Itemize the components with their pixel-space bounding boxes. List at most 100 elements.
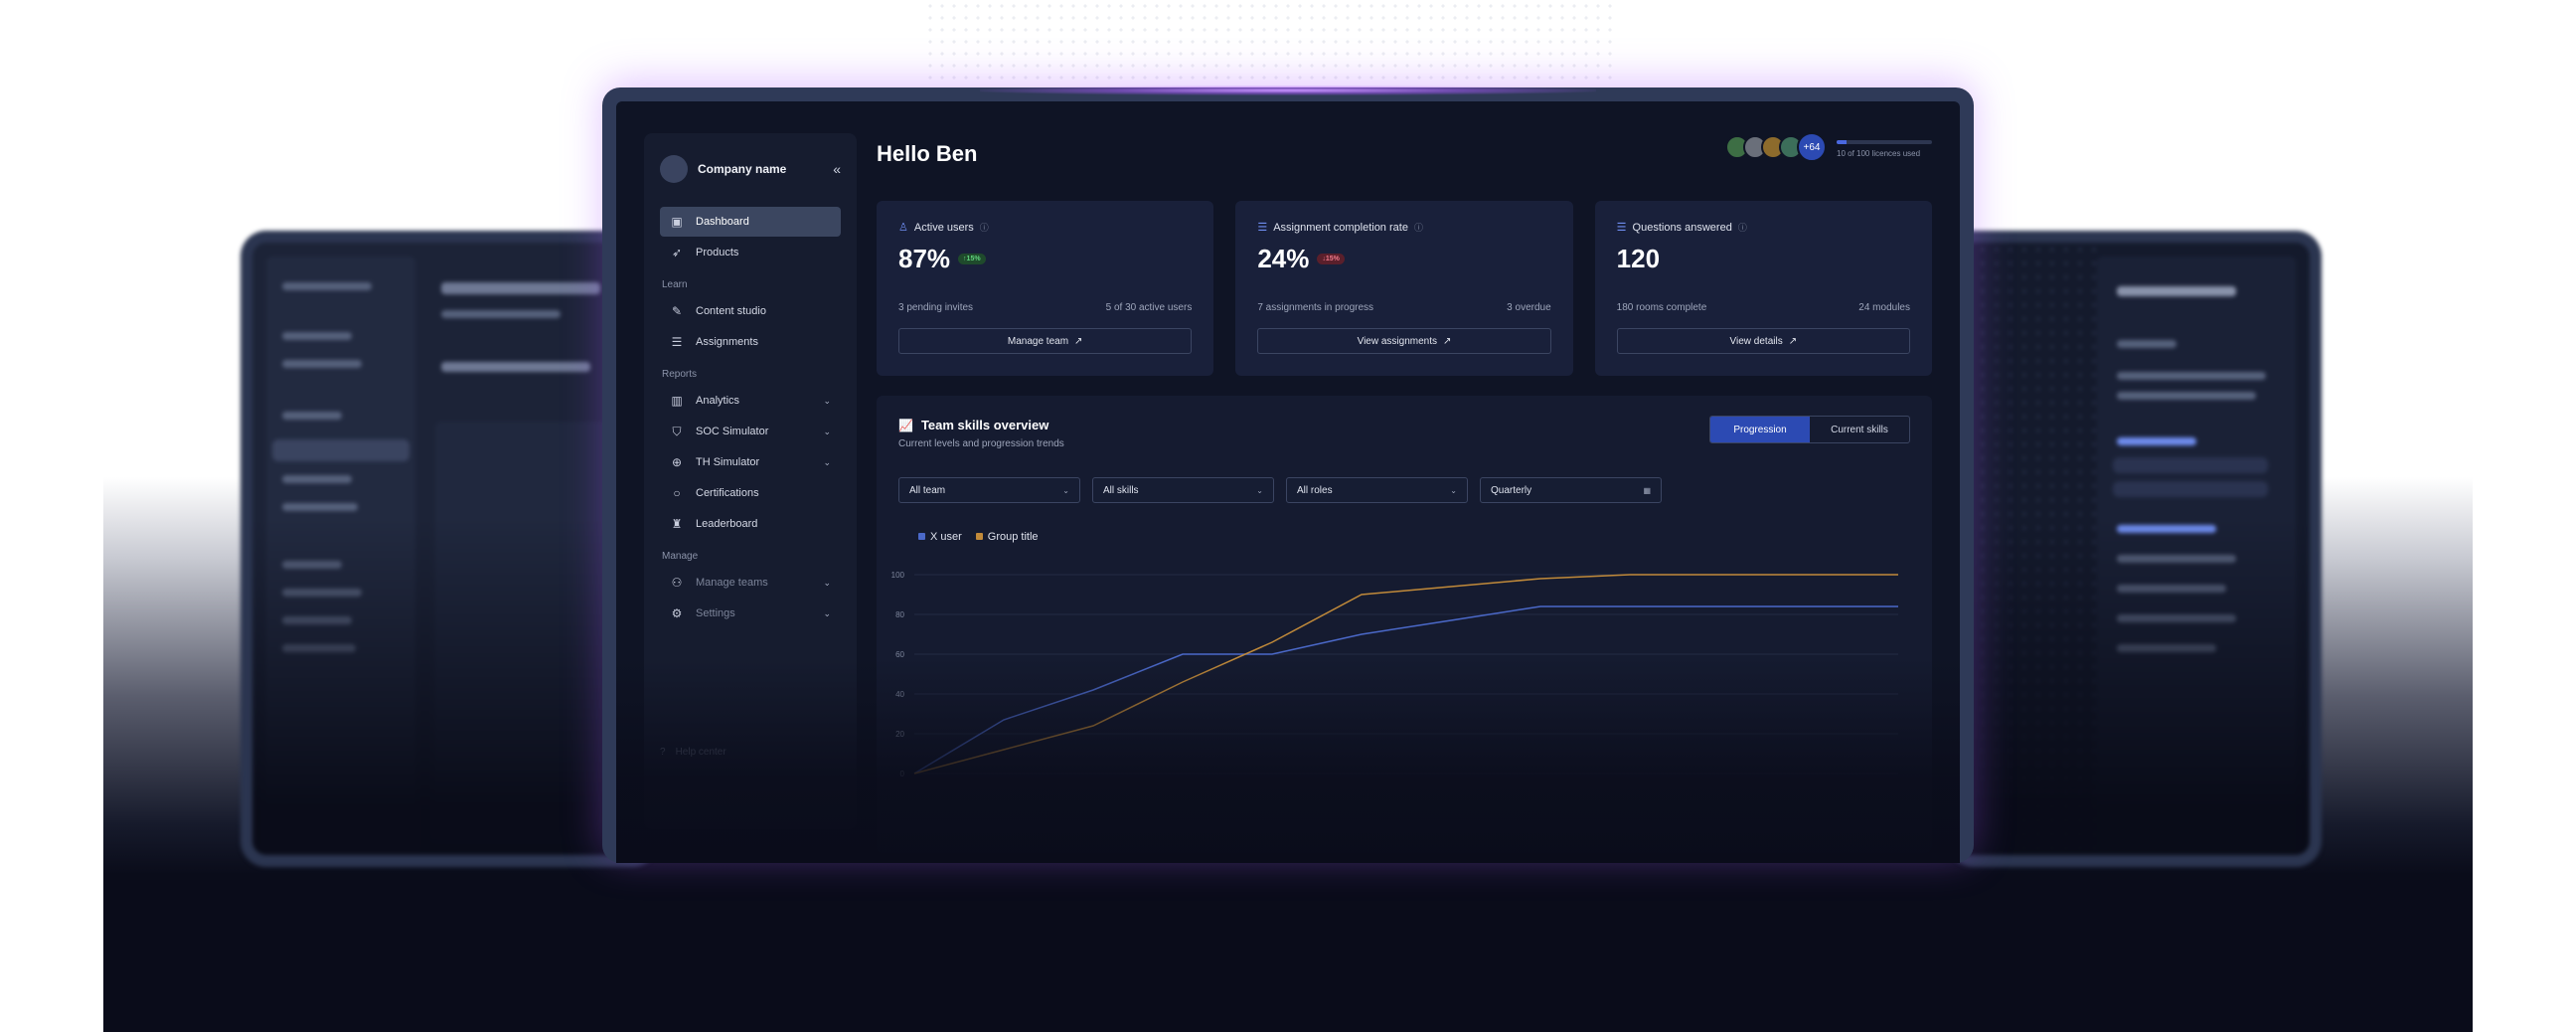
card-right-note: 24 modules <box>1858 302 1910 313</box>
sidebar-item-products[interactable]: ➶ Products <box>660 238 841 267</box>
card-metric: 24% ↓15% <box>1257 244 1550 274</box>
sidebar-item-leaderboard[interactable]: ♜ Leaderboard <box>660 509 841 539</box>
legend-item-x-user: X user <box>918 531 962 543</box>
info-icon[interactable]: ⓘ <box>980 221 989 234</box>
licence-progress-bar <box>1837 139 1932 144</box>
y-tick-label: 80 <box>895 610 904 619</box>
y-tick-label: 20 <box>895 730 904 739</box>
chart-legend: X user Group title <box>918 531 1039 543</box>
help-icon: ? <box>660 747 666 758</box>
sidebar-item-dashboard[interactable]: ▣ Dashboard <box>660 207 841 237</box>
select-value: All skills <box>1103 484 1139 496</box>
questions-answered-card: ☰ Questions answered ⓘ 120 180 rooms com… <box>1594 201 1932 376</box>
assignment-completion-card: ☰ Assignment completion rate ⓘ 24% ↓15% … <box>1235 201 1573 376</box>
card-title-text: Active users <box>913 221 974 234</box>
licence-usage-text: 10 of 100 licences used <box>1837 148 1921 158</box>
sidebar-item-label: Assignments <box>696 336 758 348</box>
card-right-note: 3 overdue <box>1507 302 1551 313</box>
legend-item-group-title: Group title <box>975 531 1039 543</box>
user-avatars[interactable]: +64 <box>1725 132 1827 162</box>
main-monitor: Company name « ▣ Dashboard ➶ Products Le… <box>602 86 1974 863</box>
card-value: 24% <box>1257 244 1310 273</box>
roles-filter-select[interactable]: All roles ⌄ <box>1286 477 1468 503</box>
trophy-icon: ♜ <box>671 517 683 531</box>
button-label: View details <box>1729 335 1783 347</box>
manage-team-button[interactable]: Manage team ↗ <box>898 328 1193 354</box>
more-users-badge[interactable]: +64 <box>1797 132 1827 162</box>
card-value: 87% <box>898 244 951 273</box>
section-manage: Manage <box>662 551 699 562</box>
sidebar-item-content-studio[interactable]: ✎ Content studio <box>660 296 841 326</box>
card-notes: 3 pending invites 5 of 30 active users <box>898 302 1192 313</box>
sidebar-item-label: Leaderboard <box>696 518 758 530</box>
company-header: Company name « <box>660 155 841 183</box>
licences-widget[interactable]: +64 10 of 100 licences used <box>1725 132 1932 162</box>
active-users-card: ♙ Active users ⓘ 87% ↑15% 3 pending invi… <box>877 201 1214 376</box>
select-value: All team <box>909 484 946 496</box>
company-name: Company name <box>698 162 787 176</box>
sidebar-item-manage-teams[interactable]: ⚇ Manage teams ⌄ <box>660 568 841 598</box>
calendar-icon: ▦ <box>1643 485 1651 495</box>
card-right-note: 5 of 30 active users <box>1105 302 1193 313</box>
sidebar-item-certifications[interactable]: ○ Certifications <box>660 478 841 508</box>
sidebar-item-soc-simulator[interactable]: ⛉ SOC Simulator ⌄ <box>660 417 841 446</box>
chevron-down-icon: ⌄ <box>823 577 831 588</box>
card-notes: 180 rooms complete 24 modules <box>1617 302 1910 313</box>
list-icon: ☰ <box>671 335 683 349</box>
users-icon: ⚇ <box>671 576 683 590</box>
view-details-button[interactable]: View details ↗ <box>1616 328 1910 354</box>
stat-cards: ♙ Active users ⓘ 87% ↑15% 3 pending invi… <box>877 201 1932 376</box>
main-content: Hello Ben +64 10 of 100 licences used ♙ … <box>877 132 1932 853</box>
sidebar-item-label: SOC Simulator <box>696 426 769 437</box>
shield-icon: ⛉ <box>672 424 682 438</box>
card-title: ♙ Active users ⓘ <box>898 221 1192 235</box>
info-icon[interactable]: ⓘ <box>1738 221 1747 234</box>
chevron-down-icon: ⌄ <box>823 395 831 406</box>
sidebar-item-settings[interactable]: ⚙ Settings ⌄ <box>660 599 841 628</box>
gear-icon: ⚙ <box>671 606 683 620</box>
y-tick-label: 100 <box>891 571 905 580</box>
card-title-text: Assignment completion rate <box>1273 221 1408 234</box>
dashboard-screen: Company name « ▣ Dashboard ➶ Products Le… <box>616 101 1960 863</box>
dashboard-icon: ▣ <box>671 215 683 229</box>
user-icon: ♙ <box>898 222 908 234</box>
sidebar-item-analytics[interactable]: ▥ Analytics ⌄ <box>660 386 841 416</box>
y-tick-label: 40 <box>895 690 904 699</box>
info-icon[interactable]: ⓘ <box>1414 221 1423 234</box>
team-skills-panel: 📈 Team skills overview Current levels an… <box>877 396 1932 853</box>
external-arrow-icon: ↗ <box>1788 335 1798 347</box>
sidebar: Company name « ▣ Dashboard ➶ Products Le… <box>644 133 857 829</box>
stage: Company name « ▣ Dashboard ➶ Products Le… <box>0 0 2576 1032</box>
chevron-down-icon: ⌄ <box>1256 485 1263 495</box>
card-notes: 7 assignments in progress 3 overdue <box>1257 302 1550 313</box>
team-filter-select[interactable]: All team ⌄ <box>898 477 1080 503</box>
y-tick-label: 0 <box>900 770 905 778</box>
tab-current-skills[interactable]: Current skills <box>1810 417 1909 442</box>
collapse-sidebar-icon[interactable]: « <box>833 161 841 177</box>
edit-icon: ✎ <box>671 304 683 318</box>
sidebar-item-assignments[interactable]: ☰ Assignments <box>660 327 841 357</box>
external-arrow-icon: ↗ <box>1443 335 1452 347</box>
card-left-note: 7 assignments in progress <box>1257 302 1374 313</box>
card-title: ☰ Questions answered ⓘ <box>1616 221 1910 235</box>
skills-line-chart: 0 20 40 60 80 100 <box>891 571 1898 778</box>
checklist-icon: ☰ <box>1616 222 1627 234</box>
series-line-group-title <box>913 574 1898 774</box>
right-background-screen <box>1948 231 2322 867</box>
tab-progression[interactable]: Progression <box>1710 417 1810 442</box>
chevron-down-icon: ⌄ <box>1062 485 1069 495</box>
sidebar-item-th-simulator[interactable]: ⊕ TH Simulator ⌄ <box>660 447 841 477</box>
skills-filter-select[interactable]: All skills ⌄ <box>1092 477 1274 503</box>
chevron-down-icon: ⌄ <box>823 456 831 467</box>
period-filter-select[interactable]: Quarterly ▦ <box>1480 477 1662 503</box>
view-assignments-button[interactable]: View assignments ↗ <box>1257 328 1551 354</box>
card-value: 120 <box>1616 244 1661 273</box>
help-center-link[interactable]: ? Help center <box>660 747 726 758</box>
rocket-icon: ➶ <box>671 246 683 259</box>
view-toggle: Progression Current skills <box>1709 416 1910 443</box>
circle-icon: ○ <box>673 486 681 500</box>
line-chart-icon: 📈 <box>898 418 913 432</box>
section-learn: Learn <box>662 279 688 290</box>
section-reports: Reports <box>662 369 698 380</box>
select-value: All roles <box>1297 484 1333 496</box>
